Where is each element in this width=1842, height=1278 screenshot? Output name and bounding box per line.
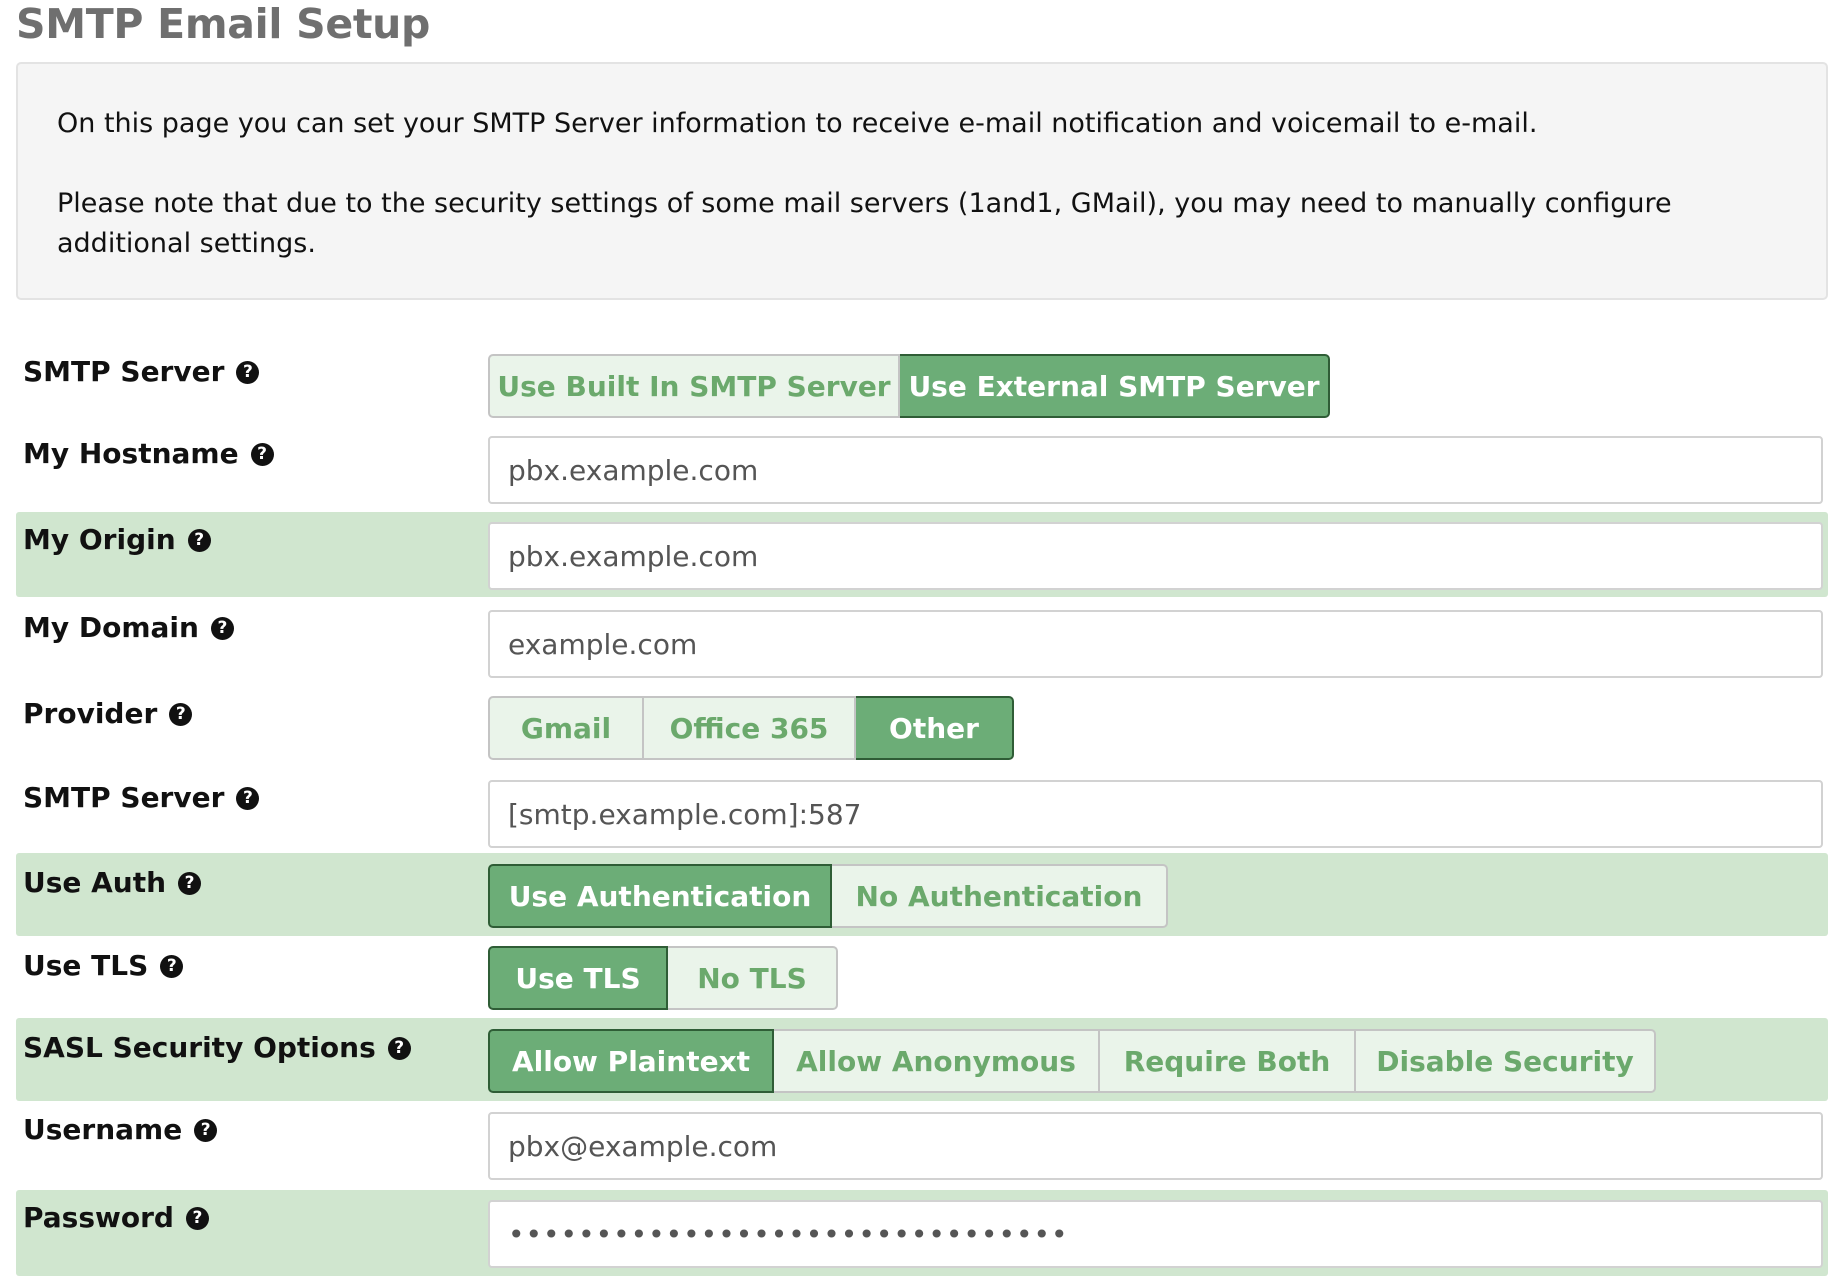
username-input[interactable] xyxy=(488,1112,1823,1180)
help-icon[interactable]: ? xyxy=(236,786,260,810)
field-label-use-auth: Use Auth ? xyxy=(23,866,202,899)
info-panel: On this page you can set your SMTP Serve… xyxy=(16,62,1828,300)
field-label-password: Password ? xyxy=(23,1202,209,1234)
help-icon[interactable]: ? xyxy=(178,871,202,895)
help-icon[interactable]: ? xyxy=(194,1118,218,1142)
help-icon[interactable]: ? xyxy=(185,1206,209,1230)
form-row-provider: Provider ? Gmail Office 365 Other xyxy=(16,692,1828,760)
help-icon[interactable]: ? xyxy=(187,528,211,552)
sasl-label: SASL Security Options xyxy=(23,1031,376,1064)
allow-anonymous-button[interactable]: Allow Anonymous xyxy=(774,1029,1100,1093)
use-authentication-button[interactable]: Use Authentication xyxy=(488,864,832,928)
use-auth-label: Use Auth xyxy=(23,866,167,899)
origin-label: My Origin xyxy=(23,523,176,556)
field-label-username: Username ? xyxy=(23,1113,218,1146)
require-both-button[interactable]: Require Both xyxy=(1100,1029,1356,1093)
provider-other-button[interactable]: Other xyxy=(856,696,1014,760)
form-row-hostname: My Hostname ? xyxy=(16,434,1828,508)
allow-plaintext-button[interactable]: Allow Plaintext xyxy=(488,1029,774,1093)
sasl-toggle: Allow Plaintext Allow Anonymous Require … xyxy=(488,1029,1656,1093)
form-row-password: Password ? xyxy=(16,1190,1828,1276)
no-tls-button[interactable]: No TLS xyxy=(668,946,838,1010)
smtp-server-mode-label: SMTP Server xyxy=(23,355,225,388)
info-paragraph-note: Please note that due to the security set… xyxy=(57,188,1672,259)
provider-gmail-button[interactable]: Gmail xyxy=(488,696,644,760)
info-paragraph-intro: On this page you can set your SMTP Serve… xyxy=(57,108,1538,139)
field-label-domain: My Domain ? xyxy=(23,612,234,644)
form-row-origin: My Origin ? xyxy=(16,512,1828,597)
field-label-smtp-server-mode: SMTP Server ? xyxy=(23,355,260,388)
form-row-smtp-server: SMTP Server ? xyxy=(16,776,1828,850)
provider-label: Provider xyxy=(23,697,158,730)
disable-security-button[interactable]: Disable Security xyxy=(1356,1029,1656,1093)
field-label-sasl: SASL Security Options ? xyxy=(23,1032,411,1064)
form-row-use-tls: Use TLS ? Use TLS No TLS xyxy=(16,940,1828,1014)
smtp-server-label: SMTP Server xyxy=(23,781,225,814)
form-row-domain: My Domain ? xyxy=(16,606,1828,680)
help-icon[interactable]: ? xyxy=(236,360,260,384)
smtp-server-input[interactable] xyxy=(488,780,1823,848)
form-row-username: Username ? xyxy=(16,1106,1828,1180)
use-tls-label: Use TLS xyxy=(23,949,149,982)
use-auth-toggle: Use Authentication No Authentication xyxy=(488,864,1168,928)
use-tls-toggle: Use TLS No TLS xyxy=(488,946,838,1010)
field-label-origin: My Origin ? xyxy=(23,524,211,556)
password-input[interactable] xyxy=(488,1200,1823,1268)
use-built-in-smtp-button[interactable]: Use Built In SMTP Server xyxy=(488,354,900,418)
help-icon[interactable]: ? xyxy=(169,702,193,726)
field-label-smtp-server: SMTP Server ? xyxy=(23,781,260,814)
help-icon[interactable]: ? xyxy=(210,616,234,640)
no-authentication-button[interactable]: No Authentication xyxy=(832,864,1168,928)
form-row-smtp-server-mode: SMTP Server ? Use Built In SMTP Server U… xyxy=(16,352,1828,420)
help-icon[interactable]: ? xyxy=(387,1036,411,1060)
origin-input[interactable] xyxy=(488,522,1823,590)
provider-office365-button[interactable]: Office 365 xyxy=(644,696,856,760)
form-row-use-auth: Use Auth ? Use Authentication No Authent… xyxy=(16,853,1828,936)
smtp-server-mode-toggle: Use Built In SMTP Server Use External SM… xyxy=(488,354,1330,418)
use-external-smtp-button[interactable]: Use External SMTP Server xyxy=(900,354,1330,418)
help-icon[interactable]: ? xyxy=(250,442,274,466)
field-label-provider: Provider ? xyxy=(23,697,193,730)
domain-label: My Domain xyxy=(23,611,199,644)
page-title: SMTP Email Setup xyxy=(16,0,431,48)
use-tls-button[interactable]: Use TLS xyxy=(488,946,668,1010)
form-row-sasl: SASL Security Options ? Allow Plaintext … xyxy=(16,1018,1828,1101)
domain-input[interactable] xyxy=(488,610,1823,678)
provider-toggle: Gmail Office 365 Other xyxy=(488,696,1014,760)
field-label-hostname: My Hostname ? xyxy=(23,438,274,470)
username-label: Username xyxy=(23,1113,183,1146)
field-label-use-tls: Use TLS ? xyxy=(23,949,184,982)
hostname-label: My Hostname xyxy=(23,437,239,470)
hostname-input[interactable] xyxy=(488,436,1823,504)
password-label: Password xyxy=(23,1201,174,1234)
help-icon[interactable]: ? xyxy=(160,954,184,978)
